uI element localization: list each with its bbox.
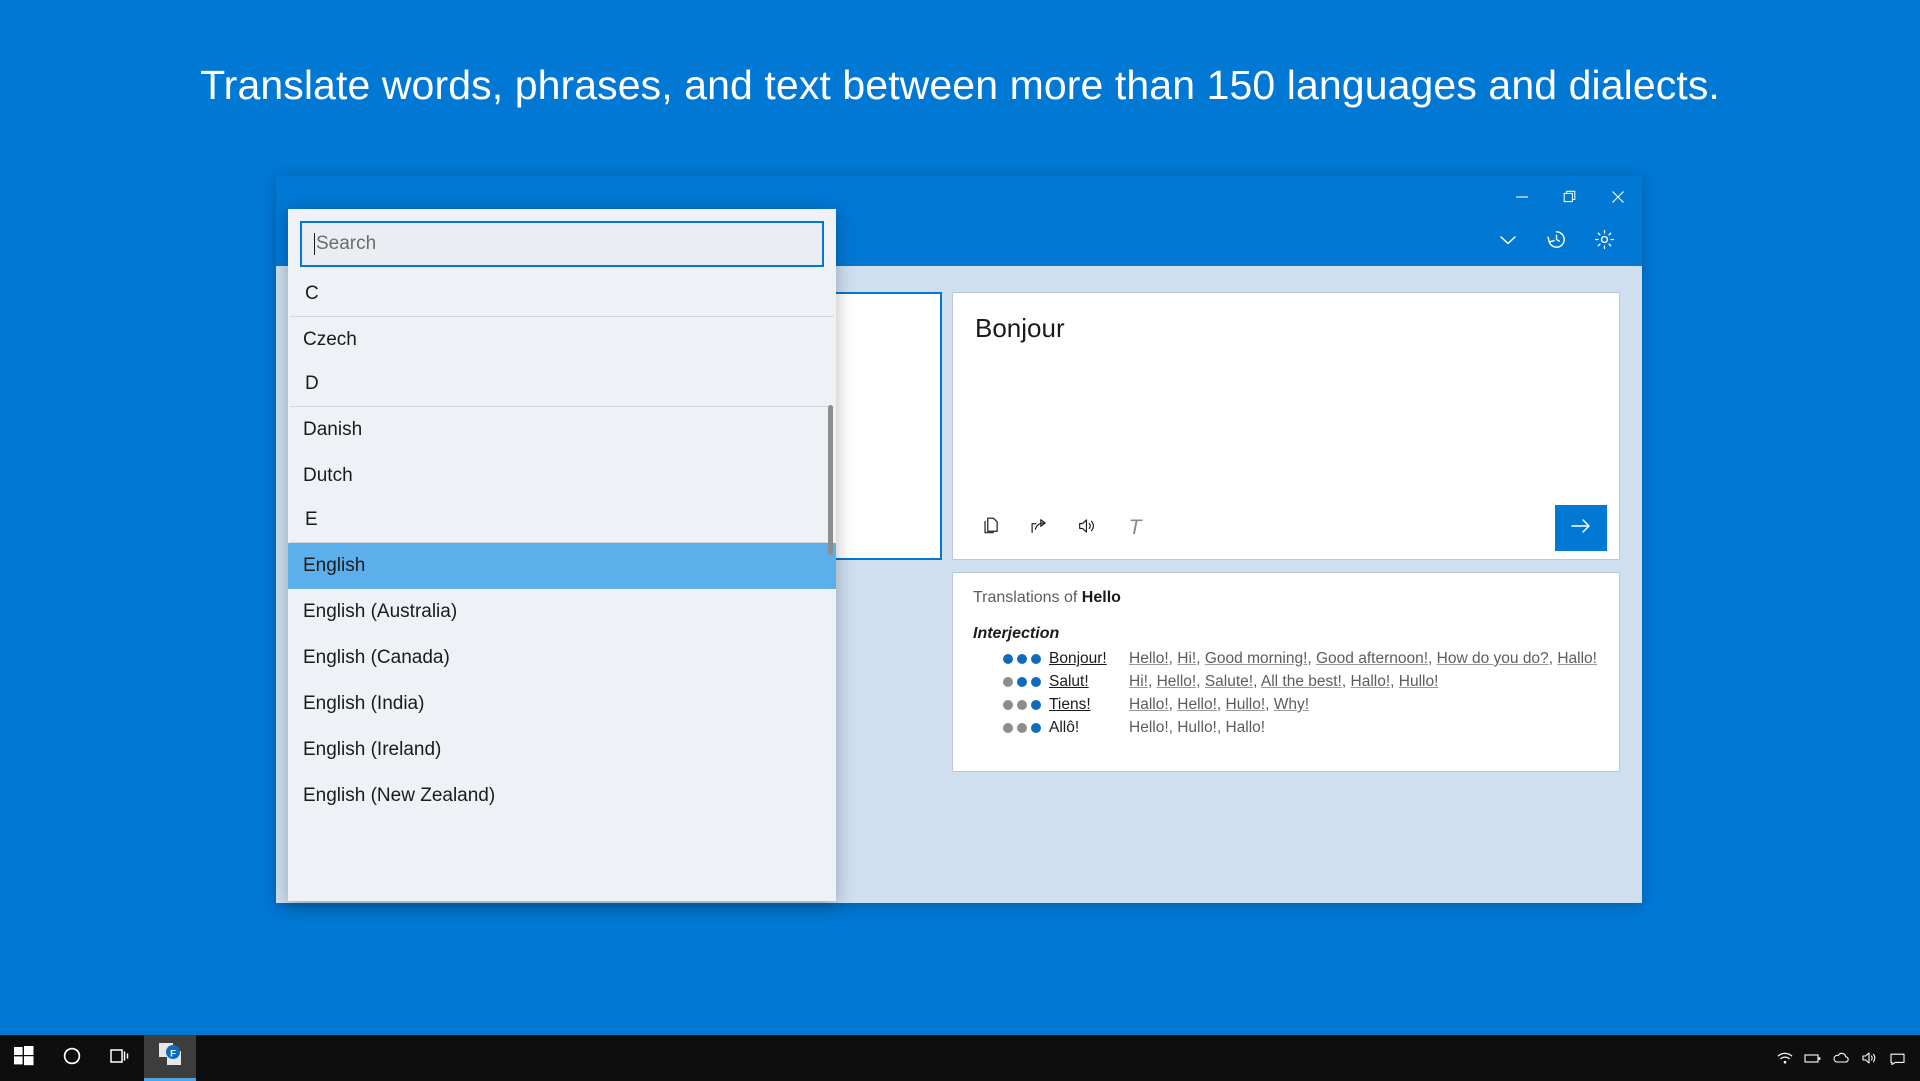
settings-button[interactable]	[1580, 222, 1628, 262]
battery-icon[interactable]	[1800, 1035, 1826, 1081]
confidence-dot	[1031, 677, 1041, 687]
confidence-dot	[1003, 654, 1013, 664]
search-circle-icon	[61, 1045, 83, 1072]
go-button[interactable]	[1555, 505, 1607, 551]
dictionary-term[interactable]: Allô!	[1049, 717, 1129, 738]
minimize-icon	[1515, 190, 1529, 204]
dictionary-term[interactable]: Salut!	[1049, 671, 1129, 692]
dictionary-entries: Bonjour! Hello!, Hi!, Good morning!, Good…	[973, 648, 1599, 738]
history-button[interactable]	[1532, 222, 1580, 262]
taskbar: F	[0, 1035, 1920, 1081]
language-list-item[interactable]: Danish	[288, 407, 836, 453]
chevron-down-icon	[1497, 229, 1519, 256]
speaker-icon	[1076, 515, 1098, 542]
target-actions: T	[953, 497, 1619, 559]
translated-text: Bonjour	[975, 313, 1065, 343]
back-translations: Hallo!, Hello!, Hullo!, Why!	[1129, 696, 1310, 713]
windows-start-icon	[14, 1045, 34, 1071]
confidence-dot	[1003, 677, 1013, 687]
gear-icon	[1593, 228, 1616, 256]
language-list-item[interactable]: Czech	[288, 317, 836, 363]
search-button[interactable]	[48, 1035, 96, 1081]
target-text-card: Bonjour T	[952, 292, 1620, 560]
copy-icon	[980, 515, 1002, 542]
dictionary-heading-term: Hello	[1081, 589, 1121, 606]
expand-button[interactable]	[1484, 222, 1532, 262]
dictionary-term[interactable]: Bonjour!	[1049, 648, 1129, 669]
language-group-header: D	[290, 363, 834, 407]
confidence-dots	[973, 671, 1049, 687]
language-list-item[interactable]: English (New Zealand)	[288, 773, 836, 819]
dictionary-heading: Translations of Hello	[973, 589, 1599, 607]
start-button[interactable]	[0, 1035, 48, 1081]
restore-button[interactable]	[1546, 176, 1594, 218]
share-button[interactable]	[1017, 506, 1061, 550]
language-search-placeholder: Search	[316, 233, 377, 254]
back-translations: Hello!, Hi!, Good morning!, Good afterno…	[1129, 650, 1597, 667]
dictionary-entry-row: Salut! Hi!, Hello!, Salute!, All the best…	[973, 671, 1599, 692]
confidence-dots	[973, 648, 1049, 664]
task-view-icon	[109, 1045, 131, 1072]
onedrive-icon[interactable]	[1828, 1035, 1854, 1081]
confidence-dot	[1031, 723, 1041, 733]
language-list-item[interactable]: English	[288, 543, 836, 589]
network-icon[interactable]	[1772, 1035, 1798, 1081]
dictionary-term[interactable]: Tiens!	[1049, 694, 1129, 715]
dictionary-heading-prefix: Translations of	[973, 589, 1078, 606]
confidence-dot	[1031, 654, 1041, 664]
confidence-dot	[1003, 723, 1013, 733]
close-button[interactable]	[1594, 176, 1642, 218]
dictionary-entry-row: Bonjour! Hello!, Hi!, Good morning!, Good…	[973, 648, 1599, 669]
minimize-button[interactable]	[1498, 176, 1546, 218]
action-center-icon[interactable]	[1884, 1035, 1910, 1081]
svg-text:F: F	[170, 1048, 176, 1059]
restore-icon	[1563, 190, 1577, 204]
language-picker-flyout: Search C Czech D Danish Dutch E English English…	[288, 209, 836, 901]
language-list-item[interactable]: English (India)	[288, 681, 836, 727]
target-pane: Bonjour T Translations of Hello Interjec…	[952, 292, 1620, 903]
dictionary-entry-row: Allô! Hello!, Hullo!, Hallo!	[973, 717, 1599, 738]
promo-headline: Translate words, phrases, and text betwe…	[200, 61, 1720, 108]
copy-button[interactable]	[969, 506, 1013, 550]
language-list-item[interactable]: Dutch	[288, 453, 836, 499]
confidence-dots	[973, 717, 1049, 733]
language-group-header: C	[290, 273, 834, 317]
promo-banner: Translate words, phrases, and text betwe…	[0, 0, 1920, 170]
language-list-item[interactable]: English (Canada)	[288, 635, 836, 681]
language-list-scrollbar[interactable]	[828, 405, 833, 555]
part-of-speech-label: Interjection	[973, 625, 1060, 642]
dictionary-card: Translations of Hello Interjection Bonjo…	[952, 572, 1620, 772]
dictionary-entry-row: Tiens! Hallo!, Hello!, Hullo!, Why!	[973, 694, 1599, 715]
taskbar-item-translator[interactable]: F	[144, 1035, 196, 1081]
text-size-icon: T	[1128, 516, 1142, 539]
history-icon	[1545, 228, 1568, 256]
speak-button[interactable]	[1065, 506, 1109, 550]
confidence-dot	[1017, 654, 1027, 664]
share-icon	[1028, 515, 1050, 542]
confidence-dot	[1031, 700, 1041, 710]
system-tray	[1772, 1035, 1920, 1081]
text-size-button[interactable]: T	[1113, 506, 1157, 550]
confidence-dot	[1003, 700, 1013, 710]
confidence-dot	[1017, 700, 1027, 710]
language-list-item[interactable]: English (Australia)	[288, 589, 836, 635]
language-list-item[interactable]: English (Ireland)	[288, 727, 836, 773]
language-list[interactable]: C Czech D Danish Dutch E English English (Austr…	[288, 273, 836, 901]
text-caret	[314, 233, 315, 255]
arrow-right-icon	[1568, 513, 1594, 544]
language-search-input[interactable]: Search	[300, 221, 824, 267]
close-icon	[1611, 190, 1625, 204]
back-translations: Hi!, Hello!, Salute!, All the best!, Hal…	[1129, 673, 1439, 690]
task-view-button[interactable]	[96, 1035, 144, 1081]
volume-icon[interactable]	[1856, 1035, 1882, 1081]
language-search-wrap: Search	[288, 209, 836, 273]
translator-app-icon: F	[157, 1041, 183, 1072]
back-translations: Hello!, Hullo!, Hallo!	[1129, 719, 1266, 736]
confidence-dot	[1017, 677, 1027, 687]
confidence-dots	[973, 694, 1049, 710]
language-group-header: E	[290, 499, 834, 543]
confidence-dot	[1017, 723, 1027, 733]
